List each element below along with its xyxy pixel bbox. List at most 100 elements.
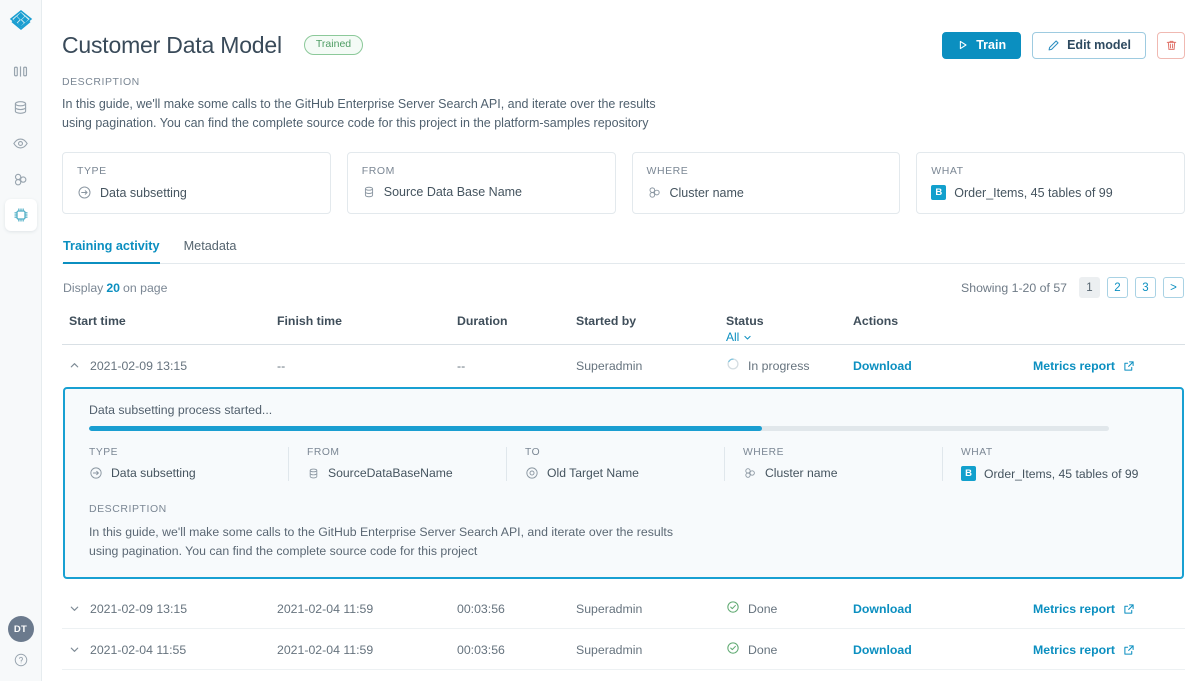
- expanded-card-label: WHAT: [961, 447, 993, 458]
- info-card-type: TYPE Data subsetting: [62, 152, 331, 214]
- status-text: In progress: [748, 358, 810, 373]
- sidebar: DT: [0, 0, 42, 681]
- diamond-logo-icon: [9, 10, 32, 31]
- page-button-1[interactable]: 1: [1079, 277, 1100, 298]
- sidebar-item-cluster[interactable]: [5, 163, 37, 195]
- display-prefix-label: Display: [63, 280, 104, 295]
- main-content: Customer Data Model Trained Train Edit m…: [42, 0, 1185, 681]
- cell-status: Failed: [726, 669, 853, 681]
- delete-button[interactable]: [1157, 31, 1185, 59]
- display-count-selector[interactable]: 20: [103, 281, 123, 295]
- database-icon: [362, 185, 376, 199]
- cell-start-time: 2021-02-04 11:55: [62, 628, 277, 670]
- info-card-value: Source Data Base Name: [383, 185, 523, 199]
- sidebar-item-database[interactable]: [5, 91, 37, 123]
- cell-duration: 00:03:56: [457, 588, 576, 629]
- train-button[interactable]: Train: [942, 31, 1022, 59]
- expanded-card-value-row: Cluster name: [743, 466, 928, 480]
- page-header: Customer Data Model Trained Train Edit m…: [62, 0, 1185, 62]
- status-filter-dropdown[interactable]: All: [726, 330, 752, 344]
- cell-started-by: Superadmin: [576, 628, 726, 670]
- page-button-3[interactable]: 3: [1135, 277, 1156, 298]
- expanded-card-value: Old Target Name: [547, 466, 639, 480]
- th-actions-label: Actions: [853, 314, 899, 328]
- cell-download: Download: [853, 628, 1033, 670]
- table-head: Start time Finish time Duration Started …: [62, 310, 1185, 345]
- app-root: DT Customer Data Model Trained Train Edi…: [0, 0, 1185, 681]
- sidebar-item-models[interactable]: [4, 199, 37, 231]
- pagination: Showing 1-20 of 57 1 2 3 >: [961, 277, 1184, 298]
- chevron-down-icon[interactable]: [69, 644, 80, 655]
- start-time-value: 2021-02-04 11:55: [90, 642, 187, 657]
- progress-bar-track: [89, 426, 1109, 431]
- expanded-card-value: Data subsetting: [111, 466, 196, 480]
- cell-duration: --: [457, 358, 466, 373]
- info-card-value-row: Source Data Base Name: [362, 185, 601, 199]
- check-circle-icon: [726, 641, 740, 658]
- app-logo[interactable]: [8, 8, 34, 39]
- database-icon: [307, 467, 320, 480]
- progress-bar-fill: [89, 426, 763, 431]
- expanded-card-value: SourceDataBaseName: [328, 466, 453, 480]
- table-row[interactable]: 2021-02-09 13:00 2021-02-09 15:03 00:04:…: [62, 669, 1185, 681]
- cell-metrics: Metrics report: [1033, 588, 1185, 629]
- metrics-report-link[interactable]: Metrics report: [1033, 359, 1135, 373]
- sidebar-item-observability[interactable]: [5, 127, 37, 159]
- info-card-value: Cluster name: [669, 185, 744, 200]
- expanded-card-what: WHAT B Order_Items, 45 tables of 99: [943, 447, 1160, 481]
- expanded-card-to: TO Old Target Name: [507, 447, 725, 481]
- chevron-down-icon: [744, 335, 751, 339]
- info-card-label: WHERE: [646, 165, 689, 177]
- info-card-value: Data subsetting: [100, 185, 187, 200]
- tab-metadata[interactable]: Metadata: [184, 239, 237, 264]
- edit-model-button-label: Edit model: [1067, 38, 1131, 52]
- avatar[interactable]: DT: [7, 616, 34, 642]
- cell-started-by: Superadmin: [576, 588, 726, 629]
- spinner-icon: [726, 357, 740, 374]
- metrics-report-link[interactable]: Metrics report: [1033, 602, 1135, 616]
- cluster-icon: [647, 185, 662, 200]
- description-label: DESCRIPTION: [62, 76, 140, 88]
- training-activity-table: Start time Finish time Duration Started …: [62, 310, 1185, 681]
- external-link-icon: [1124, 644, 1134, 655]
- info-card-label: FROM: [361, 165, 395, 177]
- status-text: Done: [748, 601, 778, 616]
- header-actions: Train Edit model: [942, 31, 1185, 59]
- sidebar-item-columns[interactable]: [5, 55, 37, 87]
- table-body: 2021-02-09 13:15 -- -- Superadmin In pro…: [62, 345, 1185, 681]
- table-row[interactable]: 2021-02-09 13:15 -- -- Superadmin In pro…: [62, 345, 1185, 386]
- metrics-report-label: Metrics report: [1033, 642, 1116, 657]
- download-link[interactable]: Download: [853, 359, 912, 373]
- expanded-card-value: Order_Items, 45 tables of 99: [984, 466, 1139, 481]
- cell-status: Done: [726, 628, 853, 670]
- cluster-icon: [14, 173, 27, 185]
- cell-status: In progress: [726, 345, 853, 386]
- chevron-up-icon[interactable]: [69, 360, 80, 371]
- th-finish-time: Finish time: [277, 310, 457, 345]
- external-link-icon: [1124, 360, 1134, 371]
- chevron-down-icon[interactable]: [69, 603, 80, 614]
- arrow-circle-right-icon: [77, 185, 92, 200]
- th-actions: Actions: [853, 310, 1185, 345]
- cell-finish-time: 2021-02-04 11:59: [277, 628, 457, 670]
- status-filter-value: All: [726, 330, 740, 344]
- page-button-2[interactable]: 2: [1107, 277, 1128, 298]
- help-circle-icon[interactable]: [13, 652, 29, 673]
- th-duration: Duration: [457, 310, 576, 345]
- download-link[interactable]: Download: [853, 643, 912, 657]
- table-row[interactable]: 2021-02-09 13:15 2021-02-04 11:59 00:03:…: [62, 588, 1185, 629]
- edit-model-button[interactable]: Edit model: [1032, 31, 1146, 59]
- expanded-panel-title: Data subsetting process started...: [89, 403, 273, 417]
- cell-start-time: 2021-02-09 13:15: [62, 588, 277, 629]
- download-link[interactable]: Download: [853, 602, 912, 616]
- tab-bar: Training activity Metadata: [62, 239, 1185, 264]
- table-row[interactable]: 2021-02-04 11:55 2021-02-04 11:59 00:03:…: [62, 628, 1185, 670]
- start-time-value: 2021-02-09 13:15: [90, 358, 188, 373]
- tab-training-activity[interactable]: Training activity: [63, 239, 160, 264]
- info-card-label: WHAT: [931, 165, 964, 177]
- info-card-value-row: Cluster name: [647, 185, 886, 200]
- display-suffix-label: on page: [123, 280, 168, 295]
- metrics-report-link[interactable]: Metrics report: [1033, 643, 1135, 657]
- page-next-button[interactable]: >: [1163, 277, 1184, 298]
- cell-metrics: Metrics report: [1033, 628, 1185, 670]
